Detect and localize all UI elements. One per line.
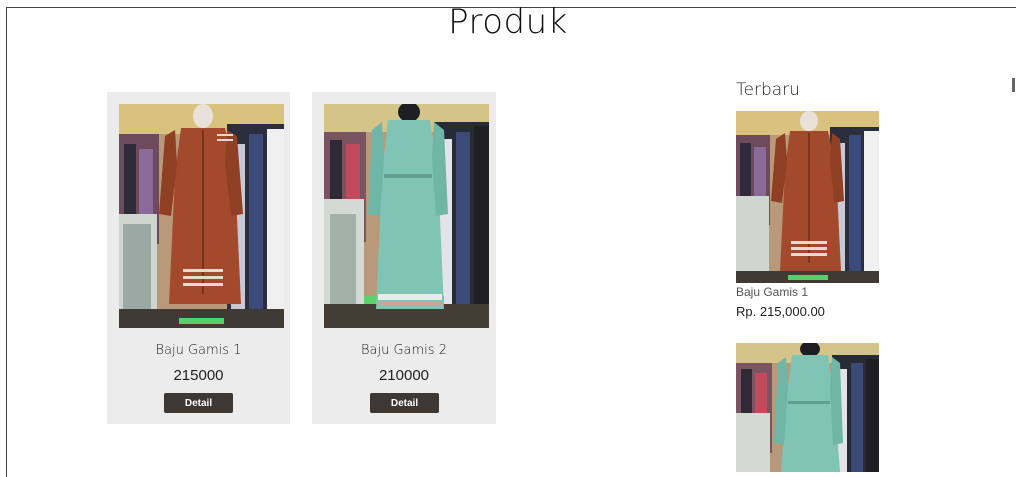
product-card: Baju Gamis 1 215000 Detail [107, 92, 290, 424]
product-image[interactable] [324, 104, 489, 328]
scrollbar-thumb[interactable] [1012, 78, 1015, 92]
product-name: Baju Gamis 2 [361, 343, 447, 358]
latest-product-name: Baju Gamis 1 [736, 285, 809, 299]
product-name: Baju Gamis 1 [155, 343, 242, 358]
latest-product-image[interactable] [736, 111, 879, 283]
product-price: 210000 [378, 367, 430, 384]
latest-product-image[interactable] [736, 343, 879, 472]
sidebar-title: Terbaru [736, 80, 800, 100]
page-title: Produk [448, 2, 568, 42]
product-card: Baju Gamis 2 210000 Detail [312, 92, 496, 424]
detail-button[interactable]: Detail [164, 393, 233, 413]
product-image[interactable] [119, 104, 284, 328]
detail-button[interactable]: Detail [370, 393, 439, 413]
latest-product-price: Rp. 215,000.00 [736, 304, 825, 319]
product-price: 215000 [173, 367, 224, 384]
